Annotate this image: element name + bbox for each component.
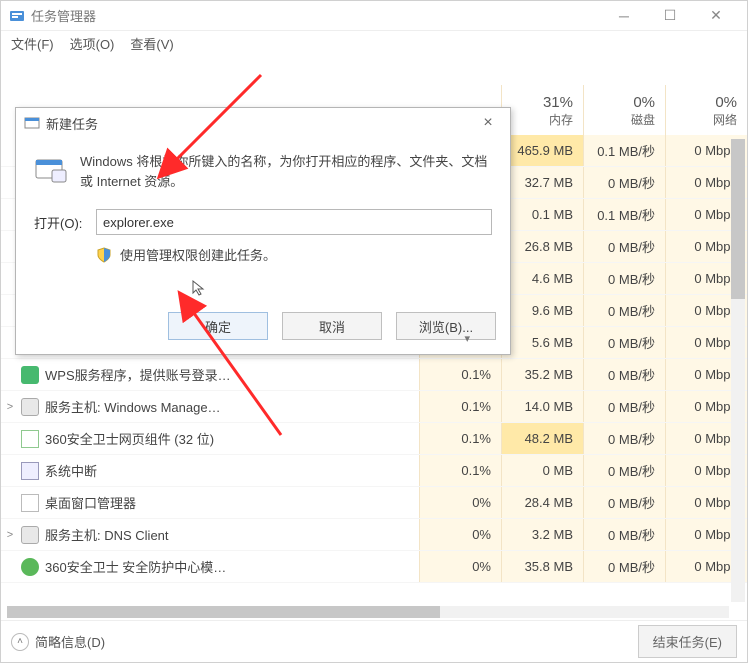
disk-cell: 0 MB/秒 (583, 423, 665, 454)
vertical-scrollbar-thumb[interactable] (731, 139, 745, 299)
col-network[interactable]: 0% 网络 (665, 85, 747, 135)
memory-cell: 3.2 MB (501, 519, 583, 550)
menu-view[interactable]: 查看(V) (126, 32, 177, 55)
shield-icon (96, 247, 112, 263)
window-title: 任务管理器 (31, 6, 96, 25)
col-disk[interactable]: 0% 磁盘 (583, 85, 665, 135)
cpu-cell: 0% (419, 519, 501, 550)
col-memory[interactable]: 31% 内存 (501, 85, 583, 135)
disk-cell: 0 MB/秒 (583, 487, 665, 518)
menubar: 文件(F) 选项(O) 查看(V) (1, 31, 747, 55)
chevron-down-icon[interactable]: ▾ (464, 332, 470, 345)
titlebar: 任务管理器 ─ ☐ ✕ (1, 1, 747, 31)
memory-cell: 35.2 MB (501, 359, 583, 390)
process-icon (21, 398, 39, 416)
disk-cell: 0 MB/秒 (583, 551, 665, 582)
cpu-cell: 0.1% (419, 391, 501, 422)
horizontal-scrollbar[interactable] (7, 606, 729, 618)
table-row[interactable]: 桌面窗口管理器0%28.4 MB0 MB/秒0 Mbps (1, 487, 747, 519)
memory-cell: 0 MB (501, 455, 583, 486)
table-row[interactable]: 360安全卫士 安全防护中心模…0%35.8 MB0 MB/秒0 Mbps (1, 551, 747, 583)
memory-cell: 48.2 MB (501, 423, 583, 454)
memory-cell: 32.7 MB (501, 167, 583, 198)
dialog-close-button[interactable]: × (474, 114, 502, 132)
process-name: 360安全卫士网页组件 (32 位) (45, 429, 419, 448)
process-name: 服务主机: Windows Manage… (45, 397, 419, 416)
menu-file[interactable]: 文件(F) (7, 32, 58, 55)
table-row[interactable]: WPS服务程序，提供账号登录…0.1%35.2 MB0 MB/秒0 Mbps (1, 359, 747, 391)
disk-cell: 0 MB/秒 (583, 167, 665, 198)
minimize-button[interactable]: ─ (601, 1, 647, 31)
column-headers: 31% 内存 0% 磁盘 0% 网络 (501, 85, 747, 135)
open-input[interactable] (96, 209, 492, 235)
process-icon (21, 366, 39, 384)
chevron-up-icon: ˄ (11, 633, 29, 651)
disk-cell: 0.1 MB/秒 (583, 199, 665, 230)
table-row[interactable]: >服务主机: DNS Client0%3.2 MB0 MB/秒0 Mbps (1, 519, 747, 551)
cpu-cell: 0% (419, 551, 501, 582)
dialog-body: Windows 将根据你所键入的名称，为你打开相应的程序、文件夹、文档或 Int… (16, 138, 510, 302)
expand-toggle[interactable]: > (1, 401, 19, 413)
process-icon (21, 558, 39, 576)
body: 31% 内存 0% 磁盘 0% 网络 465.9 MB0.1 MB/秒0 Mbp… (1, 55, 747, 662)
memory-cell: 9.6 MB (501, 295, 583, 326)
memory-cell: 4.6 MB (501, 263, 583, 294)
expand-toggle[interactable]: > (1, 529, 19, 541)
dialog-title: 新建任务 (46, 114, 98, 133)
process-name: 360安全卫士 安全防护中心模… (45, 557, 419, 576)
process-icon (21, 526, 39, 544)
cancel-button[interactable]: 取消 (282, 312, 382, 340)
cpu-cell: 0% (419, 487, 501, 518)
horizontal-scrollbar-thumb[interactable] (7, 606, 440, 618)
memory-cell: 26.8 MB (501, 231, 583, 262)
disk-cell: 0 MB/秒 (583, 263, 665, 294)
run-icon (34, 152, 68, 186)
memory-cell: 28.4 MB (501, 487, 583, 518)
memory-cell: 465.9 MB (501, 135, 583, 166)
dialog-description: Windows 将根据你所键入的名称，为你打开相应的程序、文件夹、文档或 Int… (80, 152, 492, 191)
memory-cell: 35.8 MB (501, 551, 583, 582)
app-icon (9, 8, 25, 24)
table-row[interactable]: 360安全卫士网页组件 (32 位)0.1%48.2 MB0 MB/秒0 Mbp… (1, 423, 747, 455)
process-name: 桌面窗口管理器 (45, 493, 419, 512)
disk-cell: 0 MB/秒 (583, 519, 665, 550)
disk-cell: 0 MB/秒 (583, 231, 665, 262)
cpu-cell: 0.1% (419, 359, 501, 390)
process-icon (21, 494, 39, 512)
browse-button[interactable]: 浏览(B)... (396, 312, 496, 340)
memory-cell: 0.1 MB (501, 199, 583, 230)
cpu-cell: 0.1% (419, 423, 501, 454)
disk-cell: 0 MB/秒 (583, 327, 665, 358)
dialog-buttons: 确定 取消 浏览(B)... (16, 302, 510, 354)
process-name: 系统中断 (45, 461, 419, 480)
disk-cell: 0 MB/秒 (583, 455, 665, 486)
table-row[interactable]: 系统中断0.1%0 MB0 MB/秒0 Mbps (1, 455, 747, 487)
process-name: 服务主机: DNS Client (45, 525, 419, 544)
process-icon (21, 430, 39, 448)
dialog-icon (24, 115, 40, 131)
menu-options[interactable]: 选项(O) (66, 32, 119, 55)
maximize-button[interactable]: ☐ (647, 1, 693, 31)
process-icon (21, 462, 39, 480)
dialog-titlebar: 新建任务 × (16, 108, 510, 138)
disk-cell: 0 MB/秒 (583, 391, 665, 422)
run-dialog: 新建任务 × Windows 将根据你所键入的名称，为你打开相应的程序、文件夹、… (15, 107, 511, 355)
memory-cell: 5.6 MB (501, 327, 583, 358)
memory-cell: 14.0 MB (501, 391, 583, 422)
disk-cell: 0.1 MB/秒 (583, 135, 665, 166)
open-label: 打开(O): (34, 213, 88, 232)
table-row[interactable]: >服务主机: Windows Manage…0.1%14.0 MB0 MB/秒0… (1, 391, 747, 423)
footer: ˄ 简略信息(D) 结束任务(E) (1, 620, 747, 662)
disk-cell: 0 MB/秒 (583, 359, 665, 390)
ok-button[interactable]: 确定 (168, 312, 268, 340)
task-manager-window: 任务管理器 ─ ☐ ✕ 文件(F) 选项(O) 查看(V) 31% 内存 0% … (0, 0, 748, 663)
disk-cell: 0 MB/秒 (583, 295, 665, 326)
fewer-details-label: 简略信息(D) (35, 632, 105, 651)
cpu-cell: 0.1% (419, 455, 501, 486)
process-name: WPS服务程序，提供账号登录… (45, 365, 419, 384)
close-button[interactable]: ✕ (693, 1, 739, 31)
end-task-button[interactable]: 结束任务(E) (638, 625, 737, 658)
fewer-details[interactable]: ˄ 简略信息(D) (11, 632, 105, 651)
admin-text: 使用管理权限创建此任务。 (120, 245, 276, 264)
